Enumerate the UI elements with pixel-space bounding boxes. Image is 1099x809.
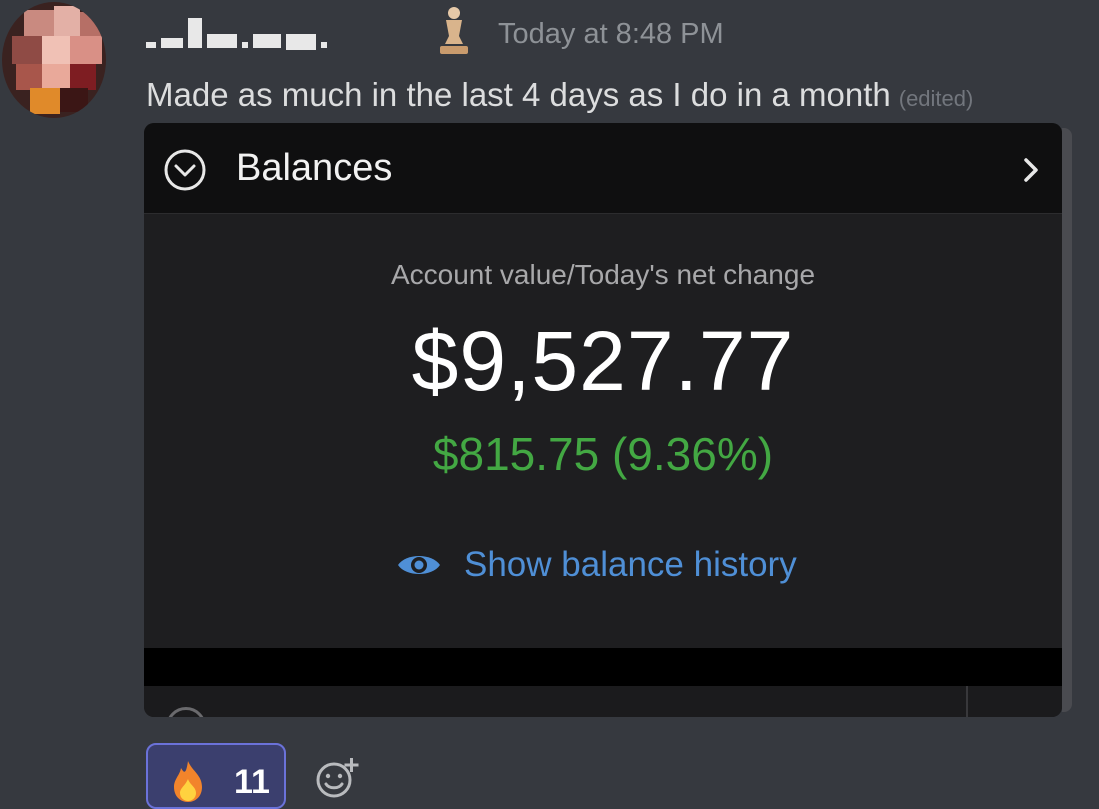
chevron-right-icon[interactable] — [1020, 155, 1042, 185]
chevron-down-circle-icon[interactable] — [162, 147, 208, 193]
add-reaction-icon[interactable] — [314, 756, 362, 800]
balances-title: Balances — [236, 147, 393, 189]
account-value: $9,527.77 — [411, 314, 795, 408]
account-value-label: Account value/Today's net change — [390, 259, 816, 290]
history-link-label: Show balance history — [464, 545, 797, 584]
reaction-count: 11 — [234, 763, 270, 801]
image-edge — [1062, 128, 1072, 712]
message-text: Made as much in the last 4 days as I do … — [146, 76, 891, 113]
net-change-value: $815.75 (9.36%) — [432, 428, 774, 480]
embedded-image-balances[interactable]: Balances Account value/Today's net chang… — [144, 123, 1062, 717]
eye-icon — [396, 550, 442, 580]
reaction-fire[interactable]: 11 — [146, 743, 286, 809]
message-content: Made as much in the last 4 days as I do … — [146, 76, 973, 114]
fire-icon — [168, 759, 208, 803]
message-timestamp: Today at 8:48 PM — [498, 18, 724, 50]
next-section-strip — [144, 686, 1062, 717]
section-divider — [144, 648, 1062, 686]
balances-header[interactable]: Balances — [144, 123, 1062, 214]
edited-label: (edited) — [898, 86, 974, 111]
show-balance-history-link[interactable]: Show balance history — [396, 543, 797, 587]
user-avatar[interactable] — [2, 2, 106, 118]
username[interactable] — [146, 18, 327, 52]
strip-divider — [966, 686, 968, 717]
server-badge-icon — [432, 6, 476, 58]
